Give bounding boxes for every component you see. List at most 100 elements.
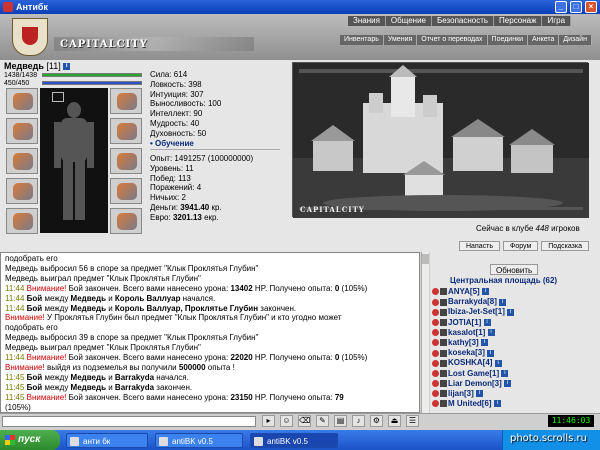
menu-knowledge[interactable]: Знания (348, 16, 386, 26)
send-icon[interactable]: ▸ (262, 415, 275, 427)
private-message-icon[interactable] (432, 298, 439, 306)
chat-log[interactable]: подобрать его Медведь выбросил 56 в споре… (0, 252, 420, 413)
forum-button[interactable]: Форум (503, 241, 539, 251)
smile-icon[interactable]: ☺ (280, 415, 293, 427)
info-icon[interactable]: i (504, 380, 512, 388)
boots-slot[interactable] (110, 208, 142, 234)
chat-input[interactable] (2, 416, 256, 427)
taskbar-item-3[interactable]: antiBK v0.5 (250, 433, 338, 448)
menu-communication[interactable]: Общение (385, 16, 433, 26)
chat-scrollbar[interactable] (421, 252, 429, 413)
player-row[interactable]: M United[6] i (432, 399, 582, 409)
info-icon[interactable]: i (499, 298, 507, 306)
private-message-icon[interactable] (432, 308, 439, 316)
chat-warning: Внимание! (26, 283, 67, 293)
info-icon[interactable]: i (487, 349, 495, 357)
player-row[interactable]: ANYA[5] i (432, 287, 582, 297)
belt-slot[interactable] (6, 208, 38, 234)
private-message-icon[interactable] (432, 400, 439, 408)
info-icon[interactable]: i (487, 329, 495, 337)
submenu-inventory[interactable]: Инвентарь (340, 35, 384, 45)
private-message-icon[interactable] (432, 339, 439, 347)
private-message-icon[interactable] (432, 369, 439, 377)
menu-character[interactable]: Персонаж (494, 16, 543, 26)
player-name[interactable]: M United[6] (448, 399, 492, 408)
menu-security[interactable]: Безопасность (432, 16, 495, 26)
private-message-icon[interactable] (432, 359, 439, 367)
player-name[interactable]: Barrakyda[8] (448, 297, 497, 306)
info-icon[interactable]: i (494, 359, 502, 367)
private-message-icon[interactable] (432, 329, 439, 337)
player-name[interactable]: Ibiza-Jet-Set[1] (448, 307, 505, 316)
log-icon[interactable]: ▤ (334, 415, 347, 427)
gloves-slot[interactable] (110, 118, 142, 144)
submenu-transfers[interactable]: Отчет о переводах (417, 35, 488, 45)
settings-icon[interactable]: ⚙ (370, 415, 383, 427)
city-scene-image[interactable] (292, 62, 589, 218)
weapon-slot[interactable] (6, 148, 38, 174)
submenu-profile[interactable]: Анкета (528, 35, 560, 45)
filter-icon[interactable]: ✎ (316, 415, 329, 427)
info-icon[interactable]: i (501, 369, 509, 377)
info-icon[interactable]: i (480, 339, 488, 347)
player-row[interactable]: kasalot[1] i (432, 328, 582, 338)
close-icon[interactable]: × (585, 1, 597, 13)
refresh-button[interactable]: Обновить (490, 264, 539, 275)
people-icon[interactable]: ☰ (406, 415, 419, 427)
player-row[interactable]: JOTIA[1] i (432, 318, 582, 328)
player-row[interactable]: Ibiza-Jet-Set[1] i (432, 307, 582, 317)
character-name[interactable]: Медведь (4, 61, 44, 71)
player-row[interactable]: Liar Demon[3] i (432, 379, 582, 389)
player-name[interactable]: lijan[3] (448, 389, 474, 398)
player-row[interactable]: koseka[3] i (432, 348, 582, 358)
player-row[interactable]: Barrakyda[8] i (432, 297, 582, 307)
training-link[interactable]: • Обучение (150, 139, 221, 149)
player-name[interactable]: JOTIA[1] (448, 318, 481, 327)
maximize-icon[interactable]: □ (570, 1, 582, 13)
minimize-icon[interactable]: _ (555, 1, 567, 13)
player-name[interactable]: KOSHKA[4] (448, 358, 492, 367)
helmet-slot[interactable] (6, 88, 38, 114)
start-button[interactable]: пуск (0, 430, 60, 450)
player-name[interactable]: kathy[3] (448, 338, 479, 347)
private-message-icon[interactable] (432, 318, 439, 326)
taskbar-item-1[interactable]: анти бк (66, 433, 148, 448)
taskbar-item-2[interactable]: antiBK v0.5 (155, 433, 243, 448)
player-name[interactable]: Liar Demon[3] (448, 379, 502, 388)
sound-icon[interactable]: ♪ (352, 415, 365, 427)
player-name[interactable]: ANYA[5] (448, 287, 480, 296)
player-row[interactable]: Lost Game[1] i (432, 369, 582, 379)
leggings-slot[interactable] (110, 178, 142, 204)
amulet-slot[interactable] (6, 118, 38, 144)
earring-slot[interactable] (110, 88, 142, 114)
private-message-icon[interactable] (432, 349, 439, 357)
player-name[interactable]: Lost Game[1] (448, 369, 499, 378)
player-row[interactable]: KOSHKA[4] i (432, 358, 582, 368)
private-message-icon[interactable] (432, 380, 439, 388)
windows-logo-icon (5, 435, 15, 445)
submenu-skills[interactable]: Умения (383, 35, 418, 45)
armor-slot[interactable] (6, 178, 38, 204)
player-row[interactable]: kathy[3] i (432, 338, 582, 348)
info-icon[interactable]: i (476, 390, 484, 398)
info-icon[interactable]: i (493, 400, 501, 408)
attack-button[interactable]: Напасть (459, 241, 500, 251)
hint-button[interactable]: Подсказка (541, 241, 589, 251)
offhand-slot[interactable] (110, 148, 142, 174)
chat-text: Медведь выбросил 56 в споре за предмет "… (5, 263, 259, 273)
info-icon[interactable]: i (483, 318, 491, 326)
private-message-icon[interactable] (432, 288, 439, 296)
player-name[interactable]: kasalot[1] (448, 328, 485, 337)
submenu-duels[interactable]: Поединки (487, 35, 529, 45)
castle-illustration (293, 63, 589, 218)
info-icon[interactable]: i (63, 63, 71, 71)
info-icon[interactable]: i (507, 308, 515, 316)
clear-icon[interactable]: ⌫ (298, 415, 311, 427)
menu-game[interactable]: Игра (542, 16, 572, 26)
private-message-icon[interactable] (432, 390, 439, 398)
player-row[interactable]: lijan[3] i (432, 389, 582, 399)
player-name[interactable]: koseka[3] (448, 348, 485, 357)
exit-icon[interactable]: ⏏ (388, 415, 401, 427)
info-icon[interactable]: i (481, 288, 489, 296)
submenu-design[interactable]: Дизайн (559, 35, 592, 45)
